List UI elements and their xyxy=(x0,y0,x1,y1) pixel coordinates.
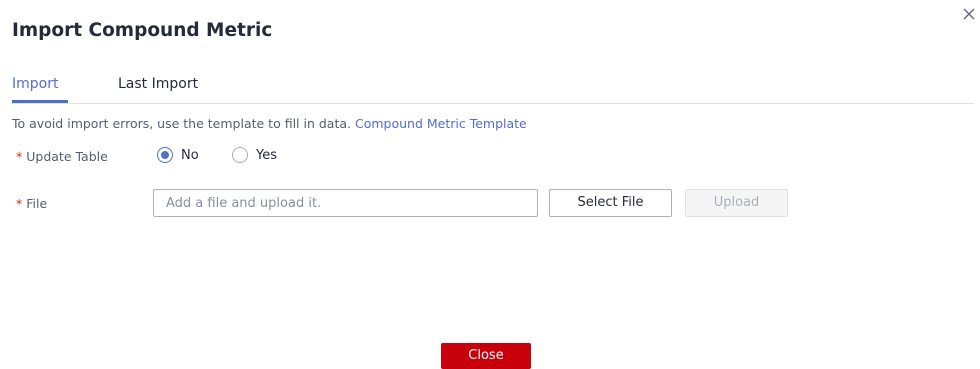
close-icon[interactable] xyxy=(958,3,980,25)
upload-button[interactable]: Upload xyxy=(685,189,788,217)
file-label-text: File xyxy=(26,196,48,211)
required-mark: * xyxy=(16,196,23,211)
radio-no[interactable]: No xyxy=(157,147,199,163)
active-tab-indicator xyxy=(12,100,68,103)
update-table-label-text: Update Table xyxy=(26,149,108,164)
radio-yes[interactable]: Yes xyxy=(232,147,277,163)
radio-checked-icon[interactable] xyxy=(157,147,173,163)
template-hint: To avoid import errors, use the template… xyxy=(12,116,527,131)
file-label: * File xyxy=(16,196,47,211)
tab-last-import[interactable]: Last Import xyxy=(118,74,198,94)
radio-unchecked-icon[interactable] xyxy=(232,147,248,163)
required-mark: * xyxy=(16,149,23,164)
radio-no-label: No xyxy=(181,147,199,163)
select-file-button[interactable]: Select File xyxy=(549,189,672,217)
tab-import[interactable]: Import xyxy=(12,74,58,94)
file-input[interactable] xyxy=(153,189,538,217)
close-button[interactable]: Close xyxy=(441,343,531,369)
update-table-label: * Update Table xyxy=(16,149,108,164)
dialog-title: Import Compound Metric xyxy=(12,20,273,41)
template-link[interactable]: Compound Metric Template xyxy=(355,116,527,131)
radio-yes-label: Yes xyxy=(256,147,277,163)
hint-text: To avoid import errors, use the template… xyxy=(12,116,351,131)
tab-bar: Import Last Import xyxy=(12,74,974,104)
